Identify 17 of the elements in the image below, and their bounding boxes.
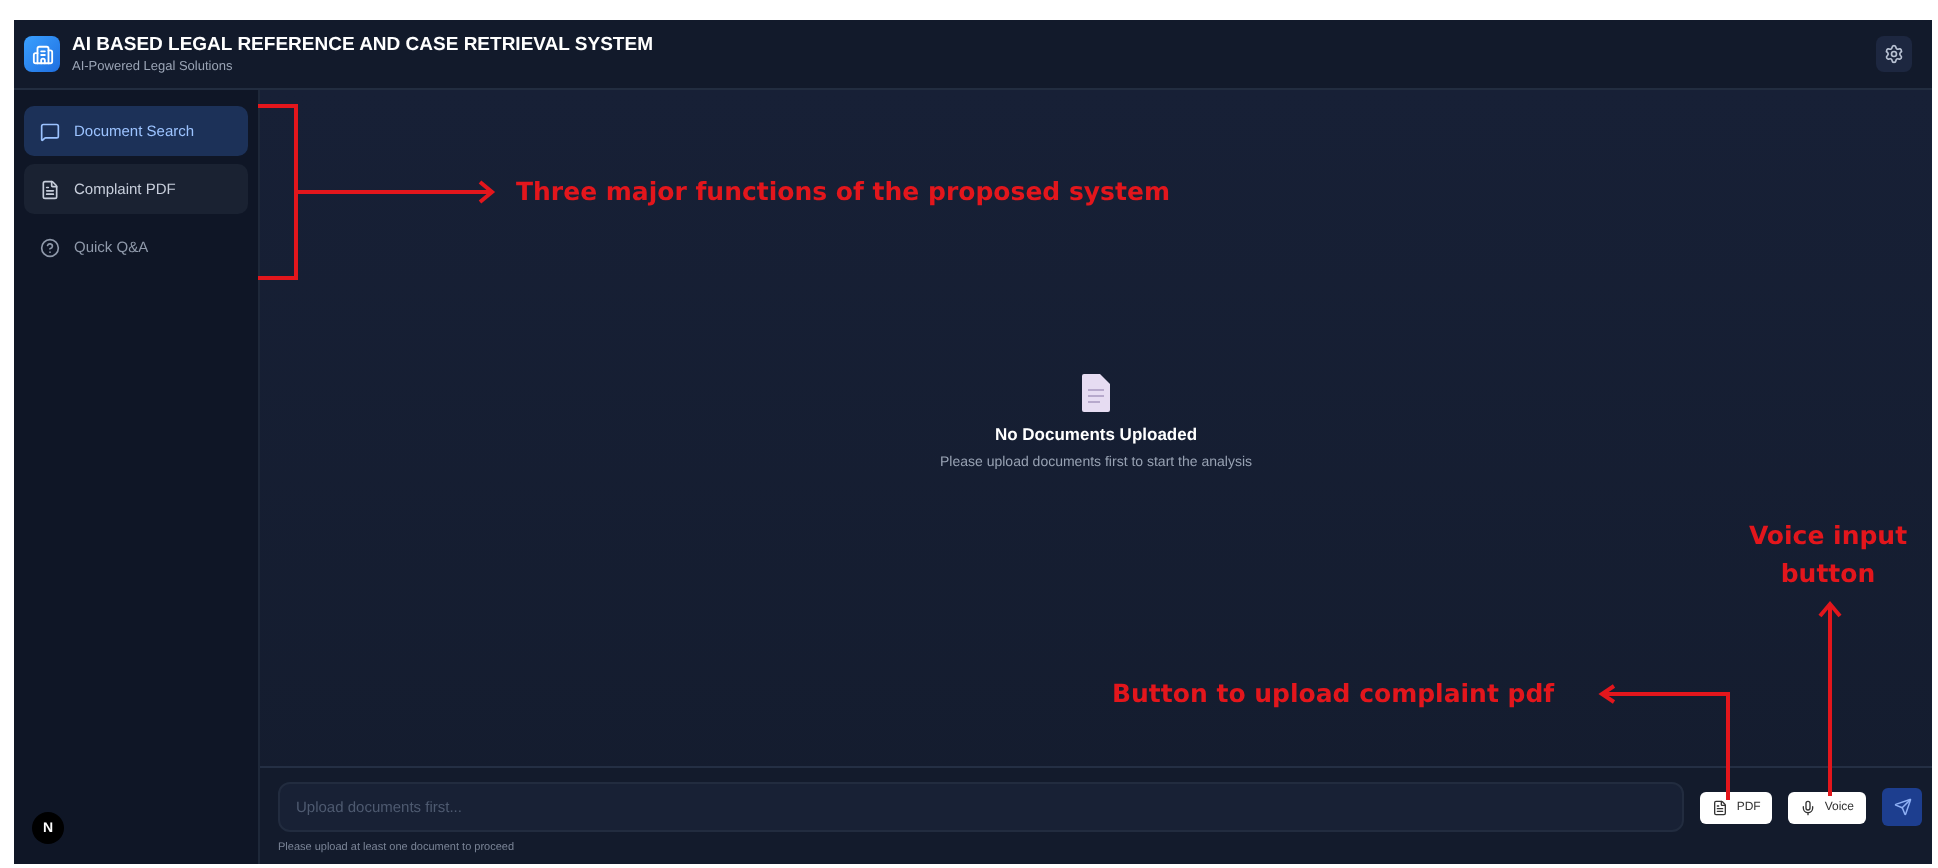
annotation-text: Button to upload complaint pdf (1112, 678, 1555, 708)
empty-state-title: No Documents Uploaded (994, 424, 1198, 444)
annotation-text: Three major functions of the proposed system (516, 176, 1170, 206)
chat-icon (40, 121, 60, 141)
file-icon (40, 179, 60, 199)
send-icon (1893, 798, 1911, 816)
document-icon (1082, 374, 1110, 412)
help-icon (40, 237, 60, 257)
send-button[interactable] (1882, 788, 1922, 826)
leader-line (1598, 684, 1730, 802)
settings-icon (1884, 44, 1904, 64)
logo-icon (24, 36, 60, 72)
app-title: AI BASED LEGAL REFERENCE AND CASE RETRIEVAL SYSTEM (72, 34, 655, 56)
settings-button[interactable] (1876, 36, 1912, 72)
file-icon (1712, 799, 1729, 815)
microphone-icon (1800, 799, 1817, 815)
annotation-text: Voice input button (1746, 518, 1910, 592)
